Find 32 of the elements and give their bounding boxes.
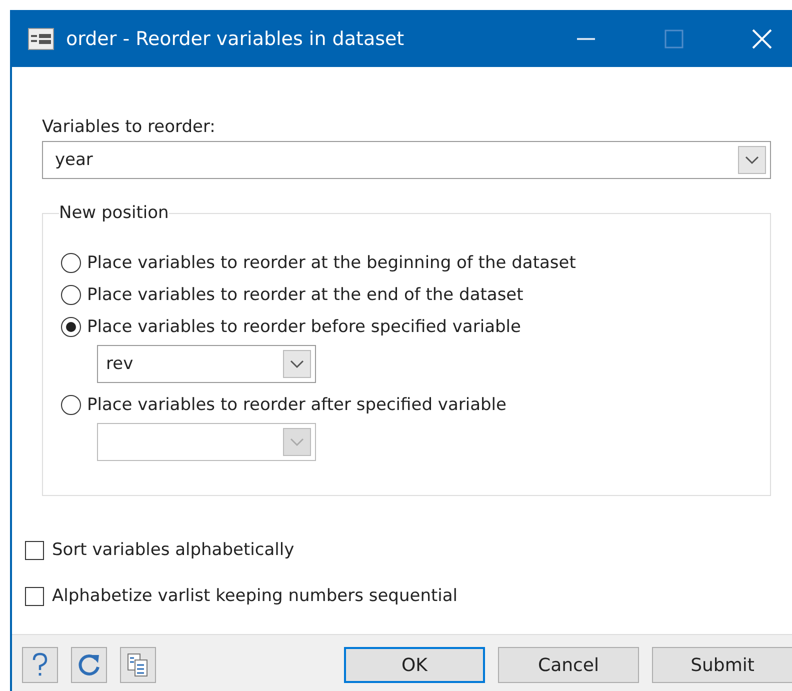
close-icon[interactable] — [752, 28, 772, 48]
radio-label[interactable]: Place variables to reorder before specified variable — [87, 317, 521, 337]
window-title: order - Reorder variables in dataset — [66, 28, 406, 50]
dialog-button[interactable]: OK — [344, 647, 485, 683]
refresh-icon — [76, 652, 102, 678]
help-button[interactable] — [22, 647, 58, 683]
chevron-down-icon — [290, 359, 304, 369]
reset-button[interactable] — [71, 647, 107, 683]
checkbox-label[interactable]: Alphabetize varlist keeping numbers sequential — [52, 586, 458, 606]
question-mark-icon — [30, 652, 50, 678]
group-title: New position — [59, 203, 169, 223]
radio-label[interactable]: Place variables to reorder at the end of the dataset — [87, 285, 524, 305]
maximize-icon — [664, 28, 684, 48]
copy-icon — [126, 652, 150, 678]
radio-label[interactable]: Place variables to reorder after specified variable — [87, 395, 506, 415]
chevron-down-icon — [290, 437, 304, 447]
radio-label[interactable]: Place variables to reorder at the beginning of the dataset — [87, 253, 576, 273]
radio-button[interactable] — [61, 395, 81, 415]
radio-button[interactable] — [61, 317, 81, 337]
checkbox[interactable] — [25, 586, 44, 606]
checkbox[interactable] — [25, 540, 44, 560]
app-icon — [28, 28, 54, 50]
copy-button[interactable] — [120, 647, 156, 683]
variable-dropdown[interactable]: rev — [97, 345, 316, 383]
radio-button[interactable] — [61, 253, 81, 273]
dialog-button[interactable]: Cancel — [498, 647, 639, 683]
dialog-button[interactable]: Submit — [652, 647, 792, 683]
checkbox-label[interactable]: Sort variables alphabetically — [52, 540, 294, 560]
radio-button[interactable] — [61, 285, 81, 305]
field-label: Variables to reorder: — [42, 117, 216, 137]
variables-dropdown[interactable]: year — [42, 141, 771, 179]
chevron-down-icon — [745, 155, 759, 165]
